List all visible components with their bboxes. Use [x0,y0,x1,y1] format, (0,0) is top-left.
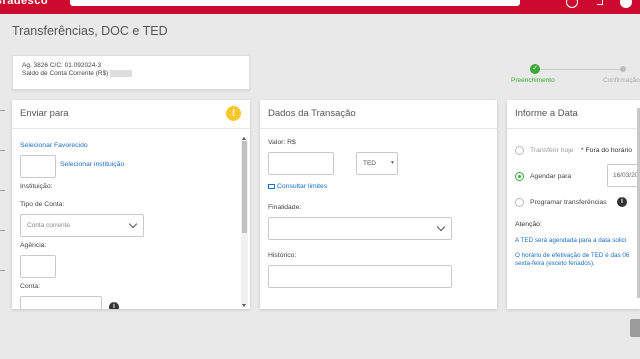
send-to-title: Enviar para [12,100,250,129]
program-label: Programar transferências [530,199,607,206]
value-input[interactable] [268,152,334,175]
scroll-up-icon[interactable] [242,137,246,140]
account-type-select[interactable]: Conta corrente [20,214,144,237]
chevron-down-icon [128,219,138,229]
off-hours-note: * Fora do horário [581,147,633,154]
schedule-date-input[interactable]: 16/03/20 [607,164,640,187]
step-dot [620,66,626,72]
date-card: Informe a Data Transferir hoje * Fora do… [507,100,640,309]
purpose-label: Finalidade: [268,204,302,211]
bank-code-input[interactable] [20,155,56,178]
check-icon: ✓ [530,64,540,74]
account-card: Ag. 3826 C/C: 01.092024-3 Saldo de Conta… [12,55,250,90]
attention-text: A TED será agendada para a data solici [515,237,627,244]
info-icon[interactable]: i [617,197,627,207]
transaction-title: Dados da Transação [260,100,497,129]
hours-text-1: O horário de efetivação de TED é das 06 [515,252,630,259]
warning-icon[interactable]: ! [226,106,241,121]
schedule-label: Agendar para [530,173,572,180]
top-bar: Bradesco [0,0,640,14]
transfer-type-value: TED [363,160,376,167]
select-favorite-link[interactable]: Selecionar Favorecido [20,142,88,149]
chevron-down-icon [436,222,446,232]
info-icon[interactable]: i [109,302,119,309]
account-line: Ag. 3826 C/C: 01.092024-3 [22,62,102,69]
account-type-label: Tipo de Conta: [20,201,65,208]
brand-logo[interactable]: Bradesco [0,0,48,7]
hours-text-2: sexta-feira (exceto feriados). [515,260,595,267]
scroll-down-icon[interactable] [242,304,246,307]
scroll-thumb[interactable] [242,141,247,233]
account-label: Conta: [20,283,41,290]
step-confirm-label: Confirmação [603,77,640,84]
history-label: Histórico: [268,252,297,259]
limits-link[interactable]: Consultar limites [268,183,327,190]
transfer-today-radio[interactable] [515,146,524,155]
transaction-card: Dados da Transação Valor: R$ TED ▼ Consu… [260,100,497,309]
balance-line: Saldo de Conta Corrente (R$) [22,70,240,78]
stepper: ✓ Preenchimento Confirmação [500,62,640,88]
hidden-balance[interactable] [110,70,133,77]
user-icon[interactable] [566,0,578,8]
schedule-radio[interactable] [515,172,524,181]
program-radio[interactable] [515,198,524,207]
schedule-date-value: 16/03/20 [613,172,639,179]
side-mark [0,230,5,231]
attention-label: Atenção: [515,221,542,228]
card-icon [268,183,275,189]
scrollbar[interactable] [241,137,248,308]
institution-label: Instituição: [20,183,53,190]
caret-down-icon: ▼ [390,160,395,166]
select-institution-link[interactable]: Selecionar instituição [60,161,124,168]
value-label: Valor: R$ [268,139,296,146]
agency-label: Agência: [20,242,47,249]
side-mark [0,190,5,191]
account-input[interactable] [20,296,102,309]
step-fill-label: Preenchimento [511,77,555,84]
stepper-line [538,69,624,70]
side-mark [0,270,5,271]
account-type-value: Conta corrente [27,222,70,229]
profile-icon[interactable] [620,0,632,8]
history-input[interactable] [268,265,452,288]
date-title: Informe a Data [507,100,640,129]
page-title: Transferências, DOC e TED [12,24,168,38]
transfer-type-select[interactable]: TED ▼ [356,152,398,175]
agency-input[interactable] [20,255,56,278]
transfer-today-label: Transferir hoje [530,147,574,154]
purpose-select[interactable] [268,217,452,240]
side-mark [0,150,5,151]
chevron-down-icon[interactable] [597,0,603,5]
send-to-card: Enviar para ! Selecionar Favorecido Sele… [12,100,250,309]
search-input[interactable] [70,0,520,6]
continue-button[interactable] [630,319,640,337]
side-mark [0,110,5,111]
